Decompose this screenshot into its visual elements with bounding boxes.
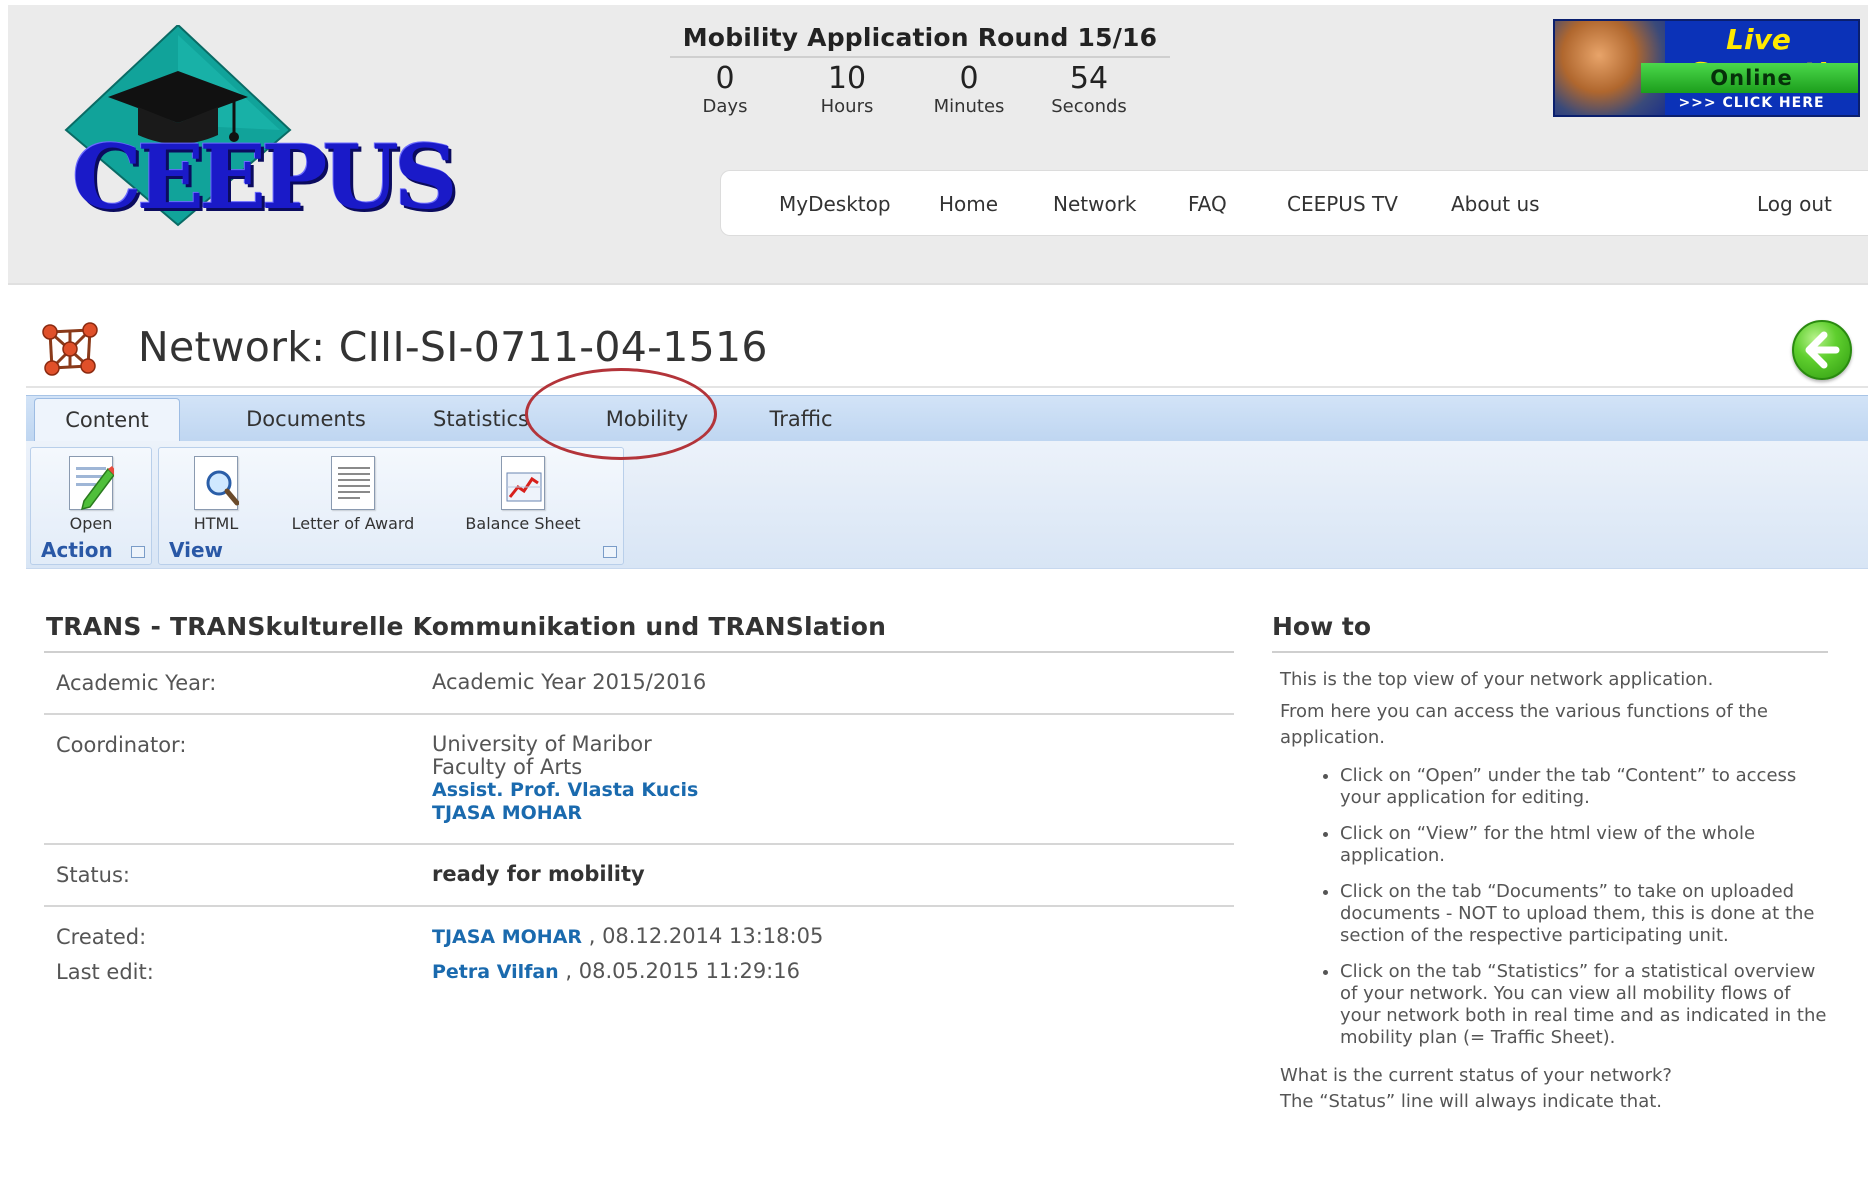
howto-title: How to	[1272, 600, 1828, 653]
action-group-label: Action	[41, 538, 113, 562]
tab-traffic[interactable]: Traffic	[726, 396, 876, 442]
howto-panel: How to This is the top view of your netw…	[1272, 600, 1828, 1115]
created-date: , 08.12.2014 13:18:05	[582, 924, 824, 948]
created-user-link[interactable]: TJASA MOHAR	[432, 926, 582, 948]
howto-intro-2: From here you can access the various fun…	[1280, 701, 1768, 748]
howto-item-view: Click on “View” for the html view of the…	[1340, 823, 1828, 867]
html-label: HTML	[193, 514, 239, 533]
last-edit-date: , 08.05.2015 11:29:16	[558, 959, 800, 983]
action-group-launcher-icon[interactable]	[131, 546, 145, 558]
countdown-minutes-value: 0	[959, 61, 979, 96]
live-support-cta: >>> CLICK HERE	[1678, 95, 1825, 111]
nav-home[interactable]: Home	[939, 171, 998, 237]
last-edit-user-link[interactable]: Petra Vilfan	[432, 961, 559, 983]
chart-document-icon	[501, 456, 545, 510]
nav-about-us[interactable]: About us	[1451, 171, 1540, 237]
ribbon-group-view: HTML Letter of Award Balance Sheet View	[158, 447, 624, 565]
coordinator-contact-link[interactable]: TJASA MOHAR	[432, 802, 698, 825]
nav-log-out[interactable]: Log out	[1757, 171, 1832, 237]
open-button[interactable]: Open	[39, 456, 143, 533]
countdown-values: 0 Days 10 Hours 0 Minutes 54 Seconds	[670, 58, 1170, 120]
back-button[interactable]	[1792, 320, 1852, 380]
coordinator-faculty: Faculty of Arts	[432, 755, 583, 779]
coordinator-value: University of Maribor Faculty of Arts As…	[432, 733, 698, 825]
howto-item-statistics: Click on the tab “Statistics” for a stat…	[1340, 961, 1828, 1049]
howto-list: Click on “Open” under the tab “Content” …	[1272, 765, 1828, 1049]
countdown-days-value: 0	[715, 61, 735, 96]
network-icon	[42, 322, 98, 376]
nav-faq[interactable]: FAQ	[1188, 171, 1227, 237]
coordinator-person-link[interactable]: Assist. Prof. Vlasta Kucis	[432, 779, 698, 802]
tab-statistics[interactable]: Statistics	[406, 396, 556, 442]
tab-mobility[interactable]: Mobility	[572, 396, 722, 442]
magnifier-document-icon	[194, 456, 240, 510]
created-value: TJASA MOHAR , 08.12.2014 13:18:05	[432, 925, 823, 949]
countdown-days-label: Days	[702, 96, 748, 117]
ribbon-tabs: Content Documents Statistics Mobility Tr…	[26, 395, 1868, 442]
live-support-status: Online	[1641, 63, 1858, 93]
countdown-seconds: 54 Seconds	[1034, 62, 1144, 118]
nav-ceepus-tv[interactable]: CEEPUS TV	[1287, 171, 1398, 237]
history-rows: Created: TJASA MOHAR , 08.12.2014 13:18:…	[44, 907, 1234, 997]
view-group-launcher-icon[interactable]	[603, 546, 617, 558]
last-edit-value: Petra Vilfan , 08.05.2015 11:29:16	[432, 960, 800, 984]
howto-intro-1: This is the top view of your network app…	[1280, 669, 1714, 690]
ribbon-panel: Open Action HTML Letter of Award Balance…	[26, 441, 1868, 569]
coordinator-university: University of Maribor	[432, 732, 652, 756]
nav-mydesktop[interactable]: MyDesktop	[779, 171, 891, 237]
ribbon-group-action: Open Action	[30, 447, 152, 565]
academic-year-row: Academic Year: Academic Year 2015/2016	[44, 653, 1234, 715]
countdown-minutes: 0 Minutes	[914, 62, 1024, 118]
countdown-seconds-label: Seconds	[1051, 96, 1127, 117]
arrow-left-icon	[1805, 331, 1840, 369]
ceepus-logo[interactable]: CEEPUS	[58, 23, 458, 245]
status-value: ready for mobility	[432, 862, 645, 886]
howto-item-documents: Click on the tab “Documents” to take on …	[1340, 881, 1828, 947]
howto-outro-1: What is the current status of your netwo…	[1280, 1065, 1672, 1086]
countdown-hours: 10 Hours	[792, 62, 902, 118]
tab-documents[interactable]: Documents	[216, 396, 396, 442]
academic-year-value: Academic Year 2015/2016	[432, 670, 707, 694]
title-divider	[26, 386, 1868, 388]
coordinator-row: Coordinator: University of Maribor Facul…	[44, 715, 1234, 845]
status-label: Status:	[56, 863, 130, 887]
academic-year-label: Academic Year:	[56, 671, 217, 695]
countdown-title: Mobility Application Round 15/16	[670, 23, 1170, 58]
page: CEEPUS Mobility Application Round 15/16 …	[0, 0, 1868, 1195]
html-button[interactable]: HTML	[171, 456, 261, 533]
howto-item-open: Click on “Open” under the tab “Content” …	[1340, 765, 1828, 809]
coordinator-label: Coordinator:	[56, 733, 187, 757]
countdown-days: 0 Days	[670, 62, 780, 118]
letter-of-award-button[interactable]: Letter of Award	[273, 456, 433, 533]
balance-sheet-button[interactable]: Balance Sheet	[443, 456, 603, 533]
nav-network[interactable]: Network	[1053, 171, 1137, 237]
network-heading: TRANS - TRANSkulturelle Kommunikation un…	[44, 600, 1234, 653]
tab-content[interactable]: Content	[34, 398, 180, 442]
countdown-seconds-value: 54	[1069, 61, 1109, 96]
network-details: TRANS - TRANSkulturelle Kommunikation un…	[44, 600, 1234, 997]
status-row: Status: ready for mobility	[44, 845, 1234, 907]
main-nav: MyDesktop Home Network FAQ CEEPUS TV Abo…	[720, 170, 1868, 236]
live-support-banner[interactable]: Live Support! Online >>> CLICK HERE	[1553, 19, 1860, 117]
letter-of-award-label: Letter of Award	[291, 514, 415, 533]
countdown-hours-value: 10	[827, 61, 867, 96]
howto-outro-2: The “Status” line will always indicate t…	[1280, 1091, 1663, 1112]
countdown-hours-label: Hours	[820, 96, 874, 117]
last-edit-label: Last edit:	[56, 960, 154, 984]
document-icon	[331, 456, 375, 510]
balance-sheet-label: Balance Sheet	[465, 514, 581, 533]
edit-document-icon	[69, 456, 116, 511]
view-group-label: View	[169, 538, 224, 562]
page-title: Network: CIII-SI-0711-04-1516	[138, 323, 768, 371]
countdown-minutes-label: Minutes	[933, 96, 1005, 117]
site-header: CEEPUS Mobility Application Round 15/16 …	[8, 5, 1868, 285]
countdown: Mobility Application Round 15/16 0 Days …	[670, 23, 1170, 120]
created-label: Created:	[56, 925, 147, 949]
open-label: Open	[69, 514, 113, 533]
logo-text: CEEPUS	[72, 125, 458, 229]
